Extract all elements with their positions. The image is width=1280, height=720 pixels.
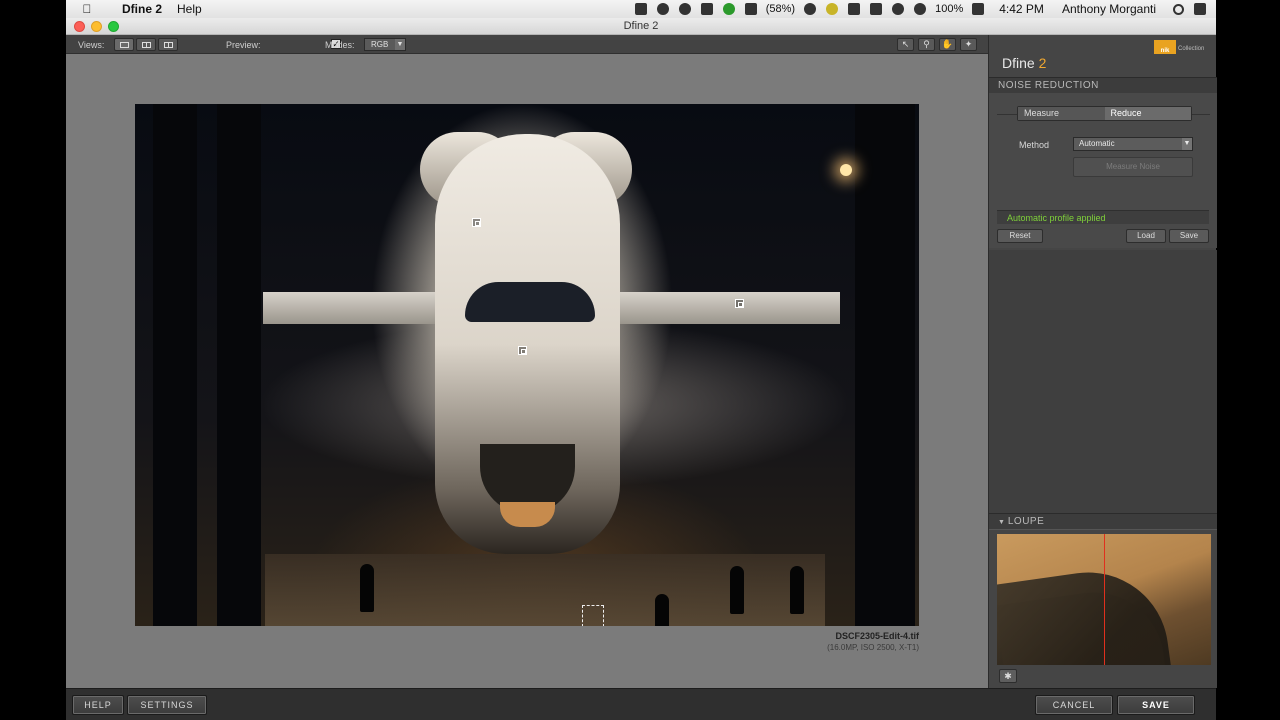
method-value: Automatic: [1079, 139, 1115, 148]
user-name[interactable]: Anthony Morganti: [1062, 2, 1156, 16]
photo-cockpit: [465, 282, 595, 322]
divider: [1192, 114, 1210, 115]
loupe-detail: [997, 562, 1176, 665]
airplay-icon[interactable]: [870, 3, 883, 15]
tab-reduce[interactable]: Reduce: [1104, 107, 1191, 120]
photo-person: [730, 566, 744, 614]
panel-title: Dfine 2: [1002, 55, 1046, 71]
sync-icon[interactable]: [722, 3, 735, 15]
photo-person: [655, 594, 669, 626]
panel-spacer: [989, 250, 1217, 513]
image-canvas[interactable]: DSCF2305-Edit-4.tif (16.0MP, ISO 2500, X…: [66, 54, 988, 688]
views-label: Views:: [78, 40, 105, 50]
tab-measure[interactable]: Measure: [1018, 107, 1105, 120]
pin-loupe-icon[interactable]: ✱: [999, 669, 1017, 683]
view-single-button[interactable]: [114, 38, 134, 51]
zoom-tool-icon[interactable]: ⚲: [918, 38, 935, 51]
view-split-button[interactable]: [136, 38, 156, 51]
measurement-marker[interactable]: [735, 299, 744, 308]
battery-level: 100%: [935, 3, 964, 15]
photo-person: [790, 566, 804, 614]
method-label: Method: [1019, 140, 1050, 150]
chevron-down-icon: ▼: [1182, 138, 1192, 150]
dropbox-icon[interactable]: [634, 3, 647, 15]
cancel-button[interactable]: CANCEL: [1035, 695, 1113, 715]
battery-icon[interactable]: [744, 3, 757, 15]
reset-button[interactable]: Reset: [997, 229, 1043, 243]
divider: [997, 114, 1017, 115]
cloud-icon[interactable]: [678, 3, 691, 15]
nik-logo-mark: nik: [1154, 40, 1176, 54]
notification-icon[interactable]: [1194, 3, 1206, 15]
panel-title-main: Dfine: [1002, 55, 1035, 71]
zoom-window-button[interactable]: [108, 21, 119, 32]
view-side-by-side-button[interactable]: [158, 38, 178, 51]
close-window-button[interactable]: [74, 21, 85, 32]
spotlight-icon[interactable]: [1173, 3, 1184, 15]
help-button[interactable]: HELP: [72, 695, 124, 715]
toolbar: Views: Preview: ✓ Modes: RGB ▼ ↖ ⚲ ✋ ✦: [66, 35, 988, 54]
activity-icon[interactable]: [700, 3, 713, 15]
photo-preview[interactable]: [135, 104, 919, 626]
globe-icon[interactable]: [804, 3, 817, 15]
color-picker-tool-icon[interactable]: ✦: [960, 38, 977, 51]
app-status-icon[interactable]: [826, 3, 839, 15]
creative-cloud-icon[interactable]: [656, 3, 669, 15]
hand-tool-icon[interactable]: ✋: [939, 38, 956, 51]
measurement-marker[interactable]: [472, 218, 481, 227]
loupe-section: ✱: [989, 530, 1217, 688]
charging-icon[interactable]: [972, 3, 985, 15]
image-metadata: (16.0MP, ISO 2500, X-T1): [827, 643, 919, 652]
photo-person: [360, 564, 374, 612]
photo-pillar-left-2: [217, 104, 261, 626]
display-icon[interactable]: [848, 3, 861, 15]
photo-lamp: [840, 164, 852, 176]
photo-pillar-right: [855, 104, 915, 626]
window-title: Dfine 2: [623, 20, 659, 32]
settings-button[interactable]: SETTINGS: [127, 695, 207, 715]
image-filename: DSCF2305-Edit-4.tif: [835, 631, 919, 641]
menu-bar:  Dfine 2 Help (58%) 100% 4:42 PM Anthon…: [66, 0, 1216, 18]
mode-value: RGB: [371, 40, 389, 49]
battery-percent: (58%): [765, 3, 796, 15]
loupe-header[interactable]: ▼ LOUPE: [989, 513, 1217, 530]
loupe-header-label: LOUPE: [1007, 516, 1045, 527]
chevron-down-icon: ▼: [395, 39, 405, 50]
panel-title-number: 2: [1038, 55, 1047, 71]
noise-reduction-header[interactable]: NOISE REDUCTION: [989, 77, 1217, 94]
window-title-bar: Dfine 2: [66, 18, 1216, 35]
loupe-split-line[interactable]: [1104, 534, 1105, 665]
right-black-margin: [1216, 0, 1280, 720]
nik-collection-logo: nik Collection: [1154, 40, 1210, 54]
save-settings-button[interactable]: Save: [1169, 229, 1209, 243]
save-button[interactable]: SAVE: [1117, 695, 1195, 715]
collapse-triangle-icon: ▼: [998, 519, 1008, 526]
status-area: (58%) 100% 4:42 PM Anthony Morganti: [630, 2, 1216, 16]
load-button[interactable]: Load: [1126, 229, 1166, 243]
loupe-target-marker[interactable]: [582, 605, 604, 626]
bottom-bar: HELP SETTINGS CANCEL SAVE: [66, 688, 1216, 720]
menu-app-name[interactable]: Dfine 2: [122, 2, 162, 16]
left-black-margin: [0, 0, 66, 720]
status-message: Automatic profile applied: [997, 210, 1209, 224]
measure-reduce-tabs: Measure Reduce: [1017, 106, 1192, 121]
menu-help[interactable]: Help: [177, 2, 202, 16]
volume-icon[interactable]: [892, 3, 905, 15]
pointer-tool-icon[interactable]: ↖: [897, 38, 914, 51]
method-select[interactable]: Automatic ▼: [1073, 137, 1193, 151]
nik-logo-text: Collection: [1178, 46, 1205, 52]
preview-label: Preview:: [226, 40, 261, 50]
measure-noise-button[interactable]: Measure Noise: [1073, 157, 1193, 177]
measurement-marker[interactable]: [518, 346, 527, 355]
control-panel: nik Collection Dfine 2 NOISE REDUCTION M…: [988, 35, 1217, 688]
mode-select[interactable]: RGB ▼: [364, 38, 406, 51]
loupe-preview[interactable]: [997, 534, 1211, 665]
minimize-window-button[interactable]: [91, 21, 102, 32]
photo-pillar-left: [153, 104, 197, 626]
apple-icon[interactable]: : [80, 2, 94, 16]
modes-label: Modes:: [325, 40, 355, 50]
clock[interactable]: 4:42 PM: [999, 2, 1044, 16]
wifi-icon[interactable]: [914, 3, 927, 15]
